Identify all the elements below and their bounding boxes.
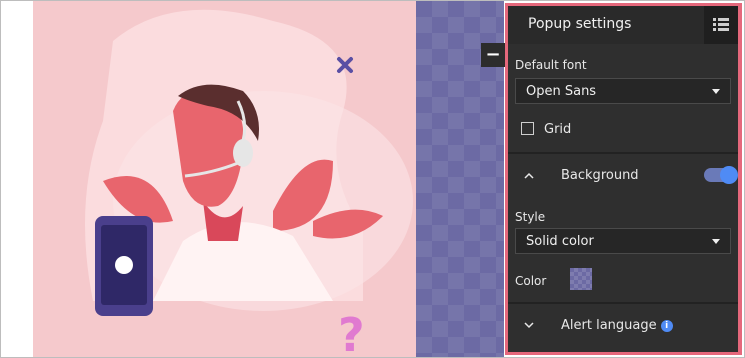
popup-illustration: ?: [85, 9, 413, 358]
chevron-down-icon: [524, 322, 534, 329]
grid-checkbox[interactable]: [521, 122, 534, 135]
chevron-down-icon: [712, 238, 720, 244]
alert-language-section-header[interactable]: Alert language i: [508, 304, 738, 348]
info-icon[interactable]: i: [660, 319, 673, 332]
style-select[interactable]: Solid color: [515, 228, 731, 254]
color-swatch[interactable]: [570, 268, 592, 290]
default-font-value: Open Sans: [526, 83, 597, 99]
question-mark-glyph: ?: [338, 308, 365, 358]
grid-view-icon[interactable]: [704, 6, 738, 44]
color-label: Color: [515, 274, 547, 288]
chevron-down-icon: [712, 88, 720, 94]
panel-title: Popup settings: [528, 16, 632, 32]
background-section-header[interactable]: Background: [508, 154, 738, 198]
toggle-knob: [720, 166, 738, 184]
background-toggle[interactable]: [704, 166, 738, 184]
popup-settings-panel: Popup settings Default font Open Sans Gr…: [505, 3, 742, 355]
background-section-label: Background: [561, 168, 639, 183]
default-font-label: Default font: [515, 58, 587, 72]
alert-language-text: Alert language: [561, 318, 657, 333]
grid-label: Grid: [544, 122, 572, 137]
chevron-up-icon: [524, 172, 534, 179]
style-label: Style: [515, 210, 546, 224]
popup-preview: ?: [33, 1, 416, 358]
style-value: Solid color: [526, 233, 594, 249]
app-frame: ? − Popup settings Default font Open San…: [0, 0, 745, 358]
collapse-panel-button[interactable]: −: [481, 43, 505, 67]
default-font-select[interactable]: Open Sans: [515, 78, 731, 104]
close-x-icon[interactable]: [335, 55, 355, 75]
alert-language-label: Alert language i: [561, 318, 673, 333]
